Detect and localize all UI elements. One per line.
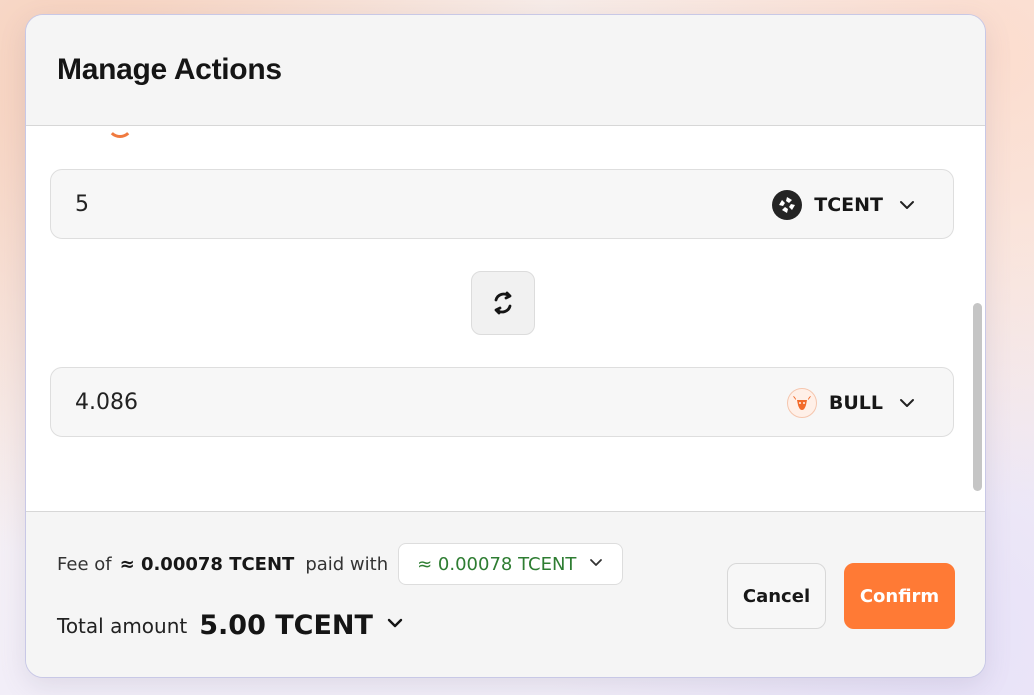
fee-row: Fee of ≈ 0.00078 TCENT paid with ≈ 0.000… (57, 543, 624, 585)
chevron-down-icon (895, 193, 919, 217)
bull-token-icon (786, 388, 817, 418)
fee-amount: ≈ 0.00078 TCENT (119, 553, 295, 575)
chevron-down-icon (895, 391, 919, 415)
swap-form: 5 TCENT 4.086 BULL (26, 126, 985, 511)
from-amount-field[interactable]: 5 TCENT (50, 169, 954, 239)
chevron-down-icon (588, 554, 604, 575)
total-row[interactable]: Total amount 5.00 TCENT (57, 610, 405, 641)
modal-footer: Fee of ≈ 0.00078 TCENT paid with ≈ 0.000… (26, 511, 985, 677)
confirm-button[interactable]: Confirm (844, 563, 955, 629)
total-value: 5.00 TCENT (199, 610, 373, 641)
from-token-selector[interactable]: TCENT (772, 188, 919, 222)
modal-header: Manage Actions (26, 15, 985, 126)
cancel-button[interactable]: Cancel (727, 563, 826, 629)
tcent-token-icon (772, 190, 803, 220)
fee-token-select[interactable]: ≈ 0.00078 TCENT (398, 543, 624, 585)
paid-with-label: paid with (305, 553, 389, 575)
chevron-down-icon (385, 613, 405, 638)
swap-direction-button[interactable] (471, 271, 535, 335)
to-token-label: BULL (828, 392, 883, 414)
fee-prefix: Fee of (57, 553, 112, 575)
from-amount-value[interactable]: 5 (75, 192, 89, 217)
manage-actions-modal: Manage Actions 5 TCENT 4.086 BULL Fee of… (25, 14, 986, 678)
to-token-selector[interactable]: BULL (786, 386, 919, 420)
total-label: Total amount (57, 613, 188, 638)
to-amount-field[interactable]: 4.086 BULL (50, 367, 954, 437)
modal-title: Manage Actions (57, 53, 282, 86)
vertical-scrollbar-thumb[interactable] (973, 303, 982, 491)
loading-spinner-icon (107, 126, 133, 138)
from-token-label: TCENT (814, 194, 883, 216)
to-amount-value[interactable]: 4.086 (75, 390, 138, 415)
swap-direction-icon (494, 291, 512, 315)
fee-token-value: ≈ 0.00078 TCENT (417, 553, 577, 575)
